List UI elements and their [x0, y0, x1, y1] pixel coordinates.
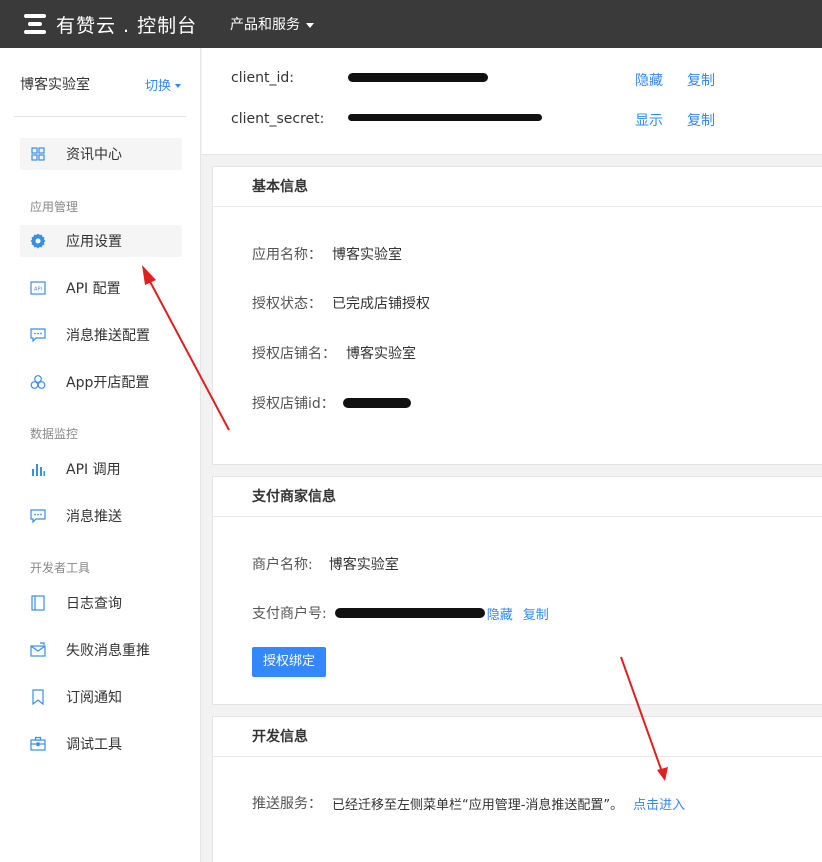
sidebar-item-label: 资讯中心 — [66, 147, 122, 163]
mail-retry-icon — [30, 642, 46, 658]
dev-info-title: 开发信息 — [213, 717, 822, 757]
client-secret-copy-link[interactable]: 复制 — [687, 110, 715, 130]
basic-info-title: 基本信息 — [213, 167, 822, 207]
sidebar-item-label: 失败消息重推 — [66, 643, 150, 659]
client-id-hide-link[interactable]: 隐藏 — [635, 70, 663, 90]
api-icon: API — [30, 280, 46, 296]
client-secret-redacted — [348, 114, 542, 121]
sidebar-item-app-store-config[interactable]: App开店配置 — [20, 366, 182, 398]
sidebar-item-app-settings[interactable]: 应用设置 — [20, 225, 182, 257]
sidebar-group-title: 应用管理 — [30, 200, 79, 214]
logo-text: 有赞云 . 控制台 — [56, 14, 198, 37]
bind-authorization-button[interactable]: 授权绑定 — [252, 647, 327, 677]
auth-shop-row: 授权店铺名： 博客实验室 — [252, 343, 416, 363]
client-id-redacted — [348, 73, 488, 82]
push-service-value: 已经迁移至左侧菜单栏“应用管理-消息推送配置”。 — [332, 797, 624, 813]
sidebar-item-label: API 调用 — [66, 462, 121, 478]
basic-info-card: 基本信息 应用名称： 博客实验室 授权状态： 已完成店铺授权 授权店铺名： 博客… — [212, 166, 822, 465]
sidebar: 博客实验室 切换 资讯中心 应用管理 应用设置 API API 配置 消息推送配… — [0, 48, 201, 862]
sidebar-item-label: App开店配置 — [66, 375, 150, 391]
sidebar-item-api-calls[interactable]: API 调用 — [20, 453, 182, 485]
sidebar-item-label: API 配置 — [66, 281, 121, 297]
merchant-no-hide-link[interactable]: 隐藏 — [487, 604, 513, 623]
main-content: client_id: 隐藏 复制 client_secret: 显示 复制 基本… — [202, 48, 822, 862]
gear-icon — [30, 233, 46, 249]
switch-shop-button[interactable]: 切换 — [145, 75, 182, 94]
sidebar-item-api-config[interactable]: API API 配置 — [20, 272, 182, 304]
client-id-copy-link[interactable]: 复制 — [687, 70, 715, 90]
sidebar-item-label: 消息推送 — [66, 509, 122, 525]
sidebar-group-title: 数据监控 — [30, 427, 79, 441]
sidebar-item-debug-tools[interactable]: 调试工具 — [20, 728, 182, 760]
merchant-name-value: 博客实验室 — [328, 557, 399, 573]
message-config-icon — [30, 327, 46, 343]
auth-shop-id-row: 授权店铺id： — [252, 393, 411, 413]
message-icon — [30, 508, 46, 524]
app-store-icon — [30, 374, 46, 390]
auth-shop-id-label: 授权店铺id： — [252, 396, 335, 412]
sidebar-item-label: 消息推送配置 — [66, 328, 150, 344]
top-navigation-bar: 有赞云 . 控制台 产品和服务 — [0, 0, 822, 48]
sidebar-item-label: 订阅通知 — [66, 690, 122, 706]
auth-status-value: 已完成店铺授权 — [332, 296, 430, 312]
sidebar-divider — [14, 116, 186, 117]
app-name-value: 博客实验室 — [332, 247, 402, 263]
sidebar-item-message-push-config[interactable]: 消息推送配置 — [20, 319, 182, 351]
sidebar-item-log-query[interactable]: 日志查询 — [20, 587, 182, 619]
youzan-logo-icon — [24, 13, 48, 35]
sidebar-item-subscription-notice[interactable]: 订阅通知 — [20, 681, 182, 713]
sidebar-item-failed-message-retry[interactable]: 失败消息重推 — [20, 634, 182, 666]
merchant-no-redacted — [334, 608, 485, 618]
switch-shop-label: 切换 — [145, 79, 172, 94]
products-menu-label: 产品和服务 — [230, 17, 300, 33]
sidebar-item-label: 日志查询 — [66, 596, 122, 612]
sidebar-item-news-center[interactable]: 资讯中心 — [20, 138, 182, 170]
push-service-label: 推送服务： — [252, 796, 322, 812]
grid-icon — [30, 146, 46, 162]
chevron-down-icon — [175, 83, 182, 88]
bookmark-icon — [30, 689, 46, 705]
credentials-panel: client_id: 隐藏 复制 client_secret: 显示 复制 — [202, 48, 822, 155]
push-service-row: 推送服务： 已经迁移至左侧菜单栏“应用管理-消息推送配置”。 点击进入 — [252, 793, 685, 813]
client-secret-label: client_secret: — [231, 111, 325, 127]
merchant-name-row: 商户名称: 博客实验室 — [252, 554, 399, 574]
app-name-row: 应用名称： 博客实验室 — [252, 244, 402, 264]
sidebar-item-label: 应用设置 — [66, 234, 122, 250]
sidebar-item-message-push[interactable]: 消息推送 — [20, 500, 182, 532]
app-name-label: 应用名称： — [252, 247, 322, 263]
merchant-name-label: 商户名称: — [252, 557, 313, 573]
merchant-no-row: 支付商户号: 隐藏 复制 — [252, 603, 549, 623]
bar-chart-icon — [30, 461, 46, 477]
auth-status-label: 授权状态： — [252, 296, 322, 312]
client-secret-show-link[interactable]: 显示 — [635, 110, 663, 130]
svg-text:API: API — [34, 287, 42, 293]
merchant-no-copy-link[interactable]: 复制 — [523, 604, 549, 623]
push-service-enter-link[interactable]: 点击进入 — [633, 794, 685, 813]
sidebar-item-label: 调试工具 — [66, 737, 122, 753]
client-id-label: client_id: — [231, 70, 294, 86]
auth-status-row: 授权状态： 已完成店铺授权 — [252, 293, 430, 313]
auth-shop-value: 博客实验室 — [346, 346, 416, 362]
dev-info-card: 开发信息 推送服务： 已经迁移至左侧菜单栏“应用管理-消息推送配置”。 点击进入 — [212, 716, 822, 862]
toolbox-icon — [30, 736, 46, 752]
merchant-no-label: 支付商户号: — [252, 606, 327, 622]
chevron-down-icon — [306, 22, 314, 28]
logo[interactable]: 有赞云 . 控制台 — [24, 10, 197, 38]
auth-shop-label: 授权店铺名： — [252, 346, 336, 362]
log-icon — [30, 595, 46, 611]
auth-shop-id-redacted — [342, 398, 411, 408]
payment-merchant-card: 支付商家信息 商户名称: 博客实验室 支付商户号: 隐藏 复制 授权绑定 — [212, 476, 822, 705]
products-menu[interactable]: 产品和服务 — [230, 14, 314, 34]
shop-name: 博客实验室 — [20, 77, 90, 93]
sidebar-group-title: 开发者工具 — [30, 561, 91, 575]
payment-info-title: 支付商家信息 — [213, 477, 822, 517]
